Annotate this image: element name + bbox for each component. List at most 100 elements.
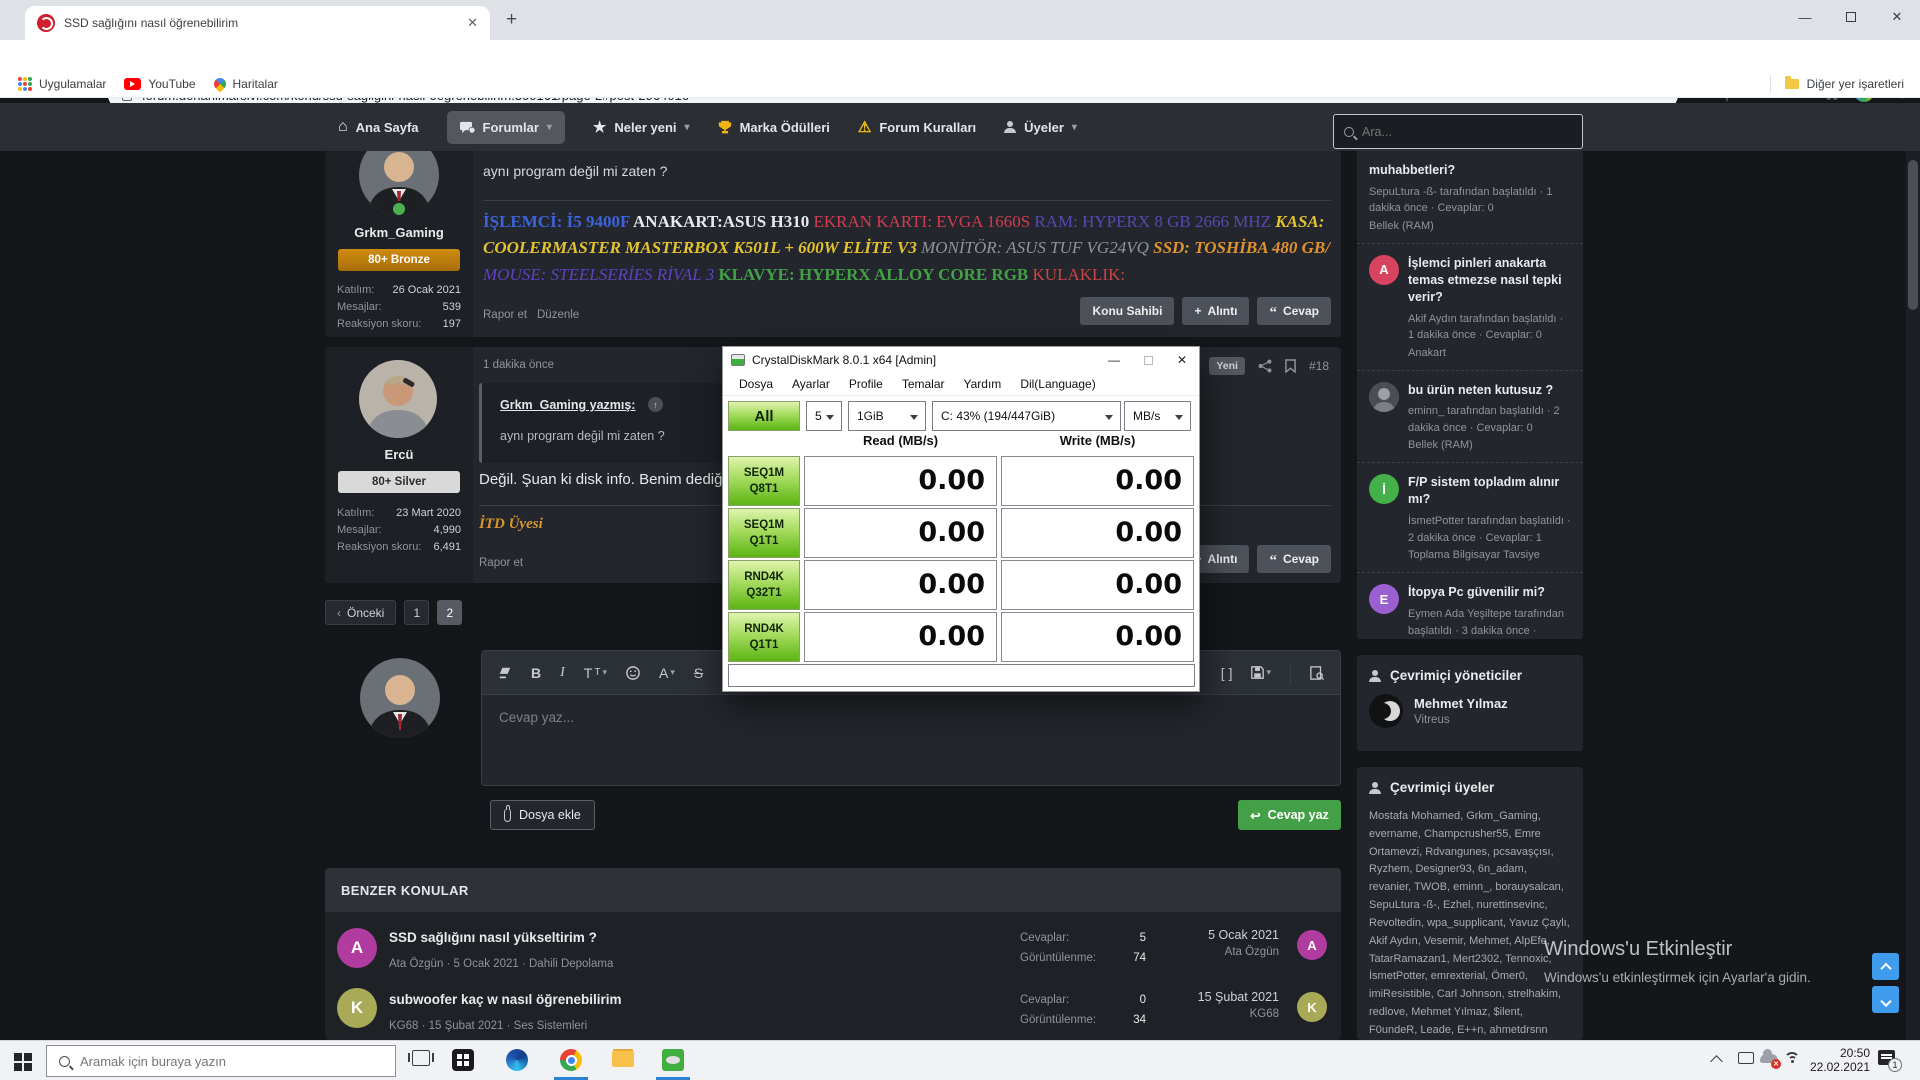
nav-brand-awards[interactable]: Marka Ödülleri [718, 120, 830, 135]
reply-button[interactable]: “Cevap [1257, 297, 1331, 325]
chrome-icon[interactable] [560, 1049, 582, 1071]
bold-icon[interactable]: B [531, 665, 541, 681]
staff-row[interactable]: Mehmet Yılmaz Vitreus [1357, 692, 1583, 730]
topic-owner-button[interactable]: Konu Sahibi [1080, 297, 1174, 325]
post-2-username[interactable]: Ercü [325, 447, 473, 462]
quote-button[interactable]: +Alıntı [1182, 297, 1249, 325]
code-icon[interactable]: [ ] [1221, 665, 1233, 681]
scroll-to-top-button[interactable] [1872, 953, 1899, 980]
attach-file-button[interactable]: Dosya ekle [490, 800, 595, 830]
similar-topic-title[interactable]: subwoofer kaç w nasıl öğrenebilirim [389, 992, 622, 1007]
cdm-test-size-select[interactable]: 1GiB [848, 401, 926, 431]
post-2-timestamp[interactable]: 1 dakika önce [483, 359, 554, 371]
window-minimize-icon[interactable]: — [1782, 0, 1828, 34]
nav-members[interactable]: Üyeler ▾ [1004, 120, 1077, 135]
staff-name[interactable]: Mehmet Yılmaz [1414, 696, 1508, 711]
avatar[interactable]: K [1297, 992, 1327, 1022]
cdm-title-bar[interactable]: CrystalDiskMark 8.0.1 x64 [Admin] — ✕ [723, 347, 1199, 373]
reply-button[interactable]: “Cevap [1257, 545, 1331, 573]
cdm-menu-file[interactable]: Dosya [731, 375, 781, 393]
cdm-unit-select[interactable]: MB/s [1124, 401, 1191, 431]
avatar[interactable] [1369, 382, 1399, 412]
post-1-username[interactable]: Grkm_Gaming [325, 225, 473, 240]
quote-jump-icon[interactable]: ↑ [648, 397, 663, 412]
pagination-page-1[interactable]: 1 [404, 600, 429, 625]
window-maximize-icon[interactable] [1828, 0, 1874, 34]
current-user-avatar[interactable] [360, 658, 440, 738]
cdm-rnd4k-q1t1-button[interactable]: RND4KQ1T1 [728, 612, 800, 662]
sidebar-topic[interactable]: İ F/P sistem topladım alınır mı? İsmetPo… [1357, 462, 1583, 572]
avatar[interactable] [359, 360, 437, 438]
sidebar-topic[interactable]: A İşlemci pinleri anakarta temas etmezse… [1357, 243, 1583, 370]
sidebar-topic-title[interactable]: İşlemci pinleri anakarta temas etmezse n… [1408, 255, 1571, 306]
avatar[interactable]: K [337, 988, 377, 1028]
cdm-all-button[interactable]: All [728, 401, 800, 431]
online-members-list[interactable]: Mostafa Mohamed, Grkm_Gaming, evername, … [1357, 804, 1583, 1040]
cdm-drive-select[interactable]: C: 43% (194/447GiB) [932, 401, 1121, 431]
save-draft-icon[interactable]: ▾ [1251, 666, 1271, 679]
avatar[interactable]: E [1369, 584, 1399, 614]
post-2-report-link[interactable]: Rapor et [479, 557, 523, 569]
sidebar-topic-title[interactable]: F/P sistem topladım alınır mı? [1408, 474, 1571, 508]
font-size-icon[interactable]: TT▾ [584, 665, 607, 681]
nav-whats-new[interactable]: ★ Neler yeni ▾ [593, 118, 690, 136]
avatar[interactable]: A [1369, 255, 1399, 285]
browser-tab[interactable]: SSD sağlığını nasıl öğrenebilirim ✕ [25, 6, 490, 40]
avatar[interactable]: A [337, 928, 377, 968]
submit-reply-button[interactable]: ↩ Cevap yaz [1238, 800, 1341, 830]
strikethrough-icon[interactable]: S [694, 665, 703, 681]
nav-forum-rules[interactable]: ⚠ Forum Kuralları [858, 120, 976, 135]
search-input[interactable] [1362, 125, 1542, 139]
similar-topic-last-user[interactable]: Ata Özgün [1208, 946, 1279, 958]
post-1-edit-link[interactable]: Düzenle [537, 309, 579, 321]
emoji-palette-icon[interactable] [626, 666, 640, 680]
nav-forums[interactable]: Forumlar ▾ [447, 111, 565, 144]
sidebar-topic-title[interactable]: bu ürün neten kutusuz ? [1408, 382, 1571, 399]
sidebar-topic-title[interactable]: İtopya Pc güvenilir mi? [1408, 584, 1571, 601]
taskbar-clock[interactable]: 20:50 22.02.2021 [1796, 1046, 1870, 1074]
cdm-menu-profile[interactable]: Profile [841, 375, 891, 393]
sidebar-topic[interactable]: muhabbetleri? SepuLtura -ß- tarafından b… [1357, 151, 1583, 243]
post-1-report-link[interactable]: Rapor et [483, 309, 527, 321]
sidebar-topic-category[interactable]: Toplama Bilgisayar Tavsiye [1408, 549, 1571, 561]
similar-topic-last-user[interactable]: KG68 [1198, 1008, 1279, 1020]
similar-topic-title[interactable]: SSD sağlığını nasıl yükseltirim ? [389, 930, 597, 945]
new-tab-button[interactable]: + [506, 9, 517, 31]
quote-author-link[interactable]: Grkm_Gaming yazmış: [500, 398, 635, 412]
scroll-to-bottom-button[interactable] [1872, 986, 1899, 1013]
other-bookmarks[interactable]: Diğer yer işaretleri [1770, 75, 1904, 93]
share-icon[interactable] [1258, 359, 1272, 373]
italic-icon[interactable]: I [560, 665, 565, 681]
window-close-icon[interactable]: ✕ [1874, 0, 1920, 34]
microsoft-store-icon[interactable] [452, 1049, 474, 1071]
cdm-test-count-select[interactable]: 5 [806, 401, 842, 431]
forum-search-box[interactable] [1333, 114, 1583, 149]
cdm-menu-settings[interactable]: Ayarlar [784, 375, 838, 393]
nav-home[interactable]: ⌂ Ana Sayfa [338, 119, 419, 135]
avatar[interactable]: A [1297, 930, 1327, 960]
post-number[interactable]: #18 [1309, 359, 1329, 373]
crystaldiskmark-window[interactable]: CrystalDiskMark 8.0.1 x64 [Admin] — ✕ Do… [722, 346, 1200, 692]
bookmark-youtube[interactable]: YouTube [124, 77, 195, 91]
cdm-close-icon[interactable]: ✕ [1165, 347, 1199, 373]
avatar[interactable] [1369, 694, 1403, 728]
cdm-comment-field[interactable] [728, 664, 1195, 687]
bookmark-icon[interactable] [1285, 359, 1296, 373]
task-view-button[interactable] [412, 1050, 430, 1066]
crystaldiskmark-taskbar-icon[interactable] [662, 1049, 684, 1071]
sidebar-topic-category[interactable]: Bellek (RAM) [1408, 439, 1571, 451]
cdm-seq1m-q8t1-button[interactable]: SEQ1MQ8T1 [728, 456, 800, 506]
bookmark-apps[interactable]: Uygulamalar [18, 77, 106, 91]
preview-icon[interactable] [1310, 666, 1324, 680]
file-explorer-icon[interactable] [612, 1051, 634, 1067]
sidebar-topic-category[interactable]: Anakart [1408, 347, 1571, 359]
pagination-prev[interactable]: ‹Önceki [325, 600, 396, 625]
page-scrollbar-thumb[interactable] [1908, 160, 1918, 310]
cdm-minimize-icon[interactable]: — [1097, 347, 1131, 373]
sidebar-topic[interactable]: E İtopya Pc güvenilir mi? Eymen Ada Yeşi… [1357, 572, 1583, 639]
cdm-rnd4k-q32t1-button[interactable]: RND4KQ32T1 [728, 560, 800, 610]
edge-icon[interactable] [506, 1049, 528, 1071]
start-button[interactable] [14, 1053, 32, 1071]
taskbar-search-box[interactable] [46, 1045, 396, 1077]
pagination-page-2-current[interactable]: 2 [437, 600, 462, 625]
